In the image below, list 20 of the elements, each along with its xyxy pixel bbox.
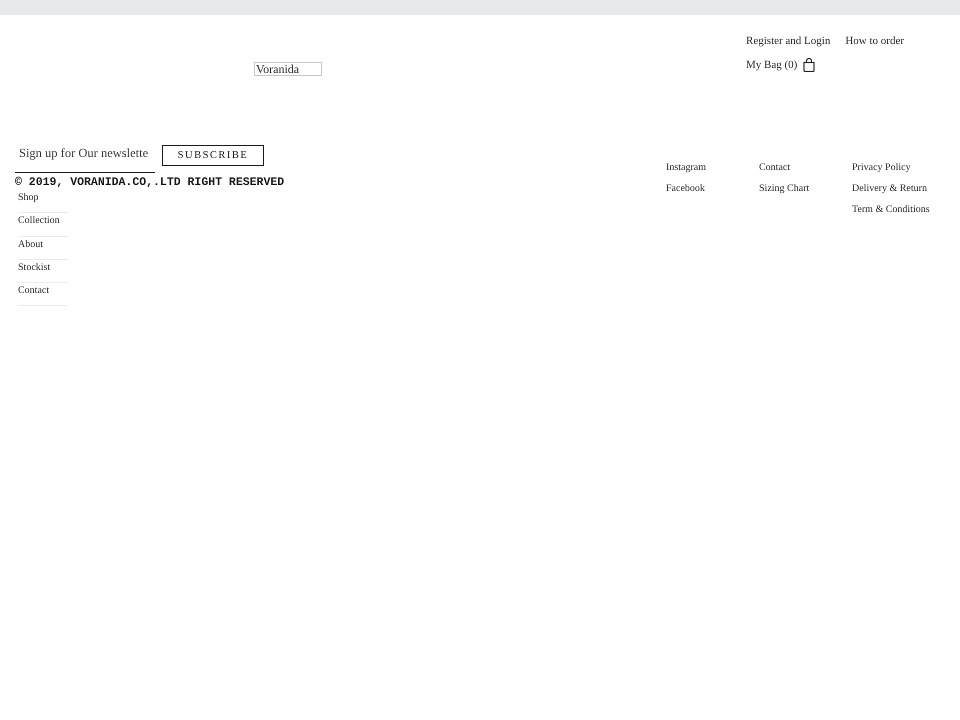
nav-link[interactable]: About <box>18 238 43 251</box>
subscribe-button[interactable]: SUBSCRIBE <box>162 145 264 166</box>
nav-link[interactable]: Collection <box>18 214 60 228</box>
shopping-bag-icon[interactable] <box>803 58 816 72</box>
footer-link[interactable]: Privacy Policy <box>852 157 911 178</box>
site-logo[interactable]: Voranida <box>254 62 322 76</box>
footer-link[interactable]: Sizing Chart <box>759 178 810 199</box>
header-link[interactable]: Register and Login <box>746 34 830 48</box>
nav-link[interactable]: Shop <box>18 191 39 204</box>
nav-link[interactable]: Contact <box>18 284 50 298</box>
footer-link[interactable]: Instagram <box>666 157 706 178</box>
footer-link[interactable]: Facebook <box>666 178 705 199</box>
footer-link[interactable]: Contact <box>759 157 790 178</box>
nav-link[interactable]: Stockist <box>18 260 50 274</box>
header-link[interactable]: How to order <box>845 34 904 48</box>
copyright-text: © 2019, VORANIDA.CO,.LTD RIGHT RESERVED <box>15 176 284 189</box>
my-bag-link[interactable]: My Bag (0) <box>746 58 798 72</box>
newsletter-email-field[interactable]: Sign up for Our newslette <box>15 145 155 173</box>
footer-link[interactable]: Delivery & Return <box>852 178 927 199</box>
footer-link[interactable]: Term & Conditions <box>852 199 930 220</box>
